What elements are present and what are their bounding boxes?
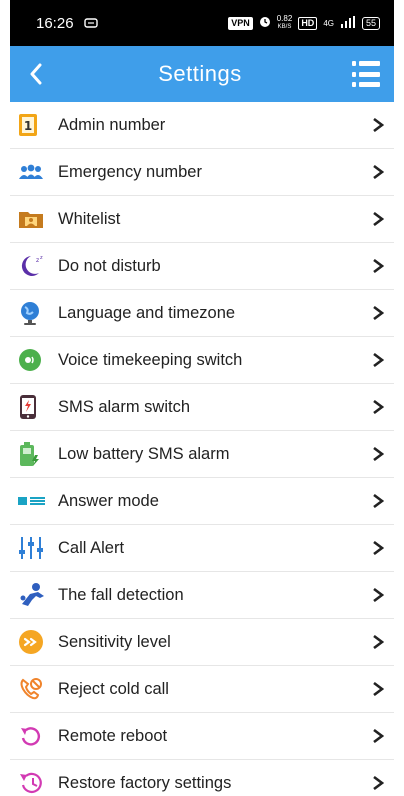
back-button[interactable]: [24, 59, 48, 89]
vpn-badge: VPN: [228, 16, 253, 30]
settings-item-reject-cold-call[interactable]: Reject cold call: [10, 666, 394, 713]
voice-icon: [18, 347, 48, 373]
settings-item-label: Low battery SMS alarm: [58, 444, 230, 463]
svg-text:z: z: [36, 257, 39, 264]
settings-item-label: Call Alert: [58, 538, 125, 557]
settings-item-sms-alarm[interactable]: SMS alarm switch: [10, 384, 394, 431]
page-title: Settings: [158, 61, 242, 86]
svg-text:z: z: [40, 255, 43, 261]
settings-item-label: Do not disturb: [58, 256, 161, 275]
fall-person-icon: [18, 582, 48, 608]
chevron-right-icon: [370, 493, 386, 509]
chevron-right-icon: [370, 775, 386, 791]
speed-value: 0.82: [276, 14, 293, 23]
chevron-right-icon: [370, 587, 386, 603]
chevron-right-icon: [370, 352, 386, 368]
settings-item-remote-reboot[interactable]: Remote reboot: [10, 713, 394, 760]
chevron-right-icon: [370, 540, 386, 556]
chevron-right-icon: [370, 399, 386, 415]
settings-item-voice-timekeeping[interactable]: Voice timekeeping switch: [10, 337, 394, 384]
settings-item-label: Remote reboot: [58, 726, 168, 745]
chevron-right-icon: [370, 258, 386, 274]
settings-item-do-not-disturb[interactable]: zz Do not disturb: [10, 243, 394, 290]
low-battery-icon: [18, 441, 48, 467]
phone-alarm-icon: [18, 394, 48, 420]
settings-item-label: Voice timekeeping switch: [58, 350, 243, 369]
battery-indicator: 55: [361, 16, 380, 30]
alarm-icon: [259, 16, 271, 31]
settings-item-admin-number[interactable]: 1 Admin number: [10, 102, 394, 149]
admin-number-icon: 1: [18, 112, 48, 138]
whitelist-folder-icon: [18, 206, 48, 232]
settings-item-label: Reject cold call: [58, 679, 169, 698]
settings-item-sensitivity-level[interactable]: Sensitivity level: [10, 619, 394, 666]
settings-item-call-alert[interactable]: Call Alert: [10, 525, 394, 572]
app-header: Settings: [10, 46, 394, 102]
message-icon: [83, 15, 98, 32]
settings-list: 1 Admin number Emergency number Whitelis…: [10, 102, 394, 796]
chevron-right-icon: [370, 634, 386, 650]
chevron-right-icon: [370, 446, 386, 462]
settings-item-answer-mode[interactable]: Answer mode: [10, 478, 394, 525]
settings-item-label: The fall detection: [58, 585, 184, 604]
sensitivity-icon: [18, 629, 48, 655]
settings-item-emergency-number[interactable]: Emergency number: [10, 149, 394, 196]
settings-item-label: Restore factory settings: [58, 773, 232, 792]
chevron-right-icon: [370, 681, 386, 697]
chevron-right-icon: [370, 117, 386, 133]
settings-item-label: Answer mode: [58, 491, 159, 510]
svg-text:1: 1: [24, 119, 32, 133]
settings-item-whitelist[interactable]: Whitelist: [10, 196, 394, 243]
settings-item-restore-factory[interactable]: Restore factory settings: [10, 760, 394, 796]
answer-mode-icon: [18, 488, 48, 514]
moon-icon: zz: [18, 253, 48, 279]
signal-icon: [340, 15, 356, 31]
restore-clock-icon: [18, 770, 48, 796]
settings-item-fall-detection[interactable]: The fall detection: [10, 572, 394, 619]
chevron-left-icon: [30, 63, 42, 85]
reboot-icon: [18, 723, 48, 749]
speed-unit: KB/S: [277, 24, 292, 30]
reject-call-icon: [18, 676, 48, 702]
emergency-contacts-icon: [18, 159, 48, 185]
settings-item-low-battery[interactable]: Low battery SMS alarm: [10, 431, 394, 478]
settings-item-label: Whitelist: [58, 209, 121, 228]
status-bar: 16:26 VPN 0.82 KB/S HD 4G 55: [10, 0, 394, 46]
settings-item-label: Sensitivity level: [58, 632, 171, 651]
settings-item-label: SMS alarm switch: [58, 397, 191, 416]
chevron-right-icon: [370, 211, 386, 227]
list-menu-icon: [352, 61, 380, 66]
phone-screen: 16:26 VPN 0.82 KB/S HD 4G 55 Settings 1 …: [0, 0, 404, 796]
menu-button[interactable]: [352, 61, 380, 87]
settings-item-label: Admin number: [58, 115, 166, 134]
status-time: 16:26: [36, 14, 74, 32]
network-type: 4G: [323, 18, 334, 28]
settings-item-label: Emergency number: [58, 162, 202, 181]
settings-item-language-timezone[interactable]: Language and timezone: [10, 290, 394, 337]
hd-badge: HD: [298, 16, 318, 30]
settings-item-label: Language and timezone: [58, 303, 236, 322]
chevron-right-icon: [370, 728, 386, 744]
chevron-right-icon: [370, 164, 386, 180]
network-speed: 0.82 KB/S: [277, 15, 293, 31]
globe-icon: [18, 300, 48, 326]
sliders-icon: [18, 535, 48, 561]
chevron-right-icon: [370, 305, 386, 321]
